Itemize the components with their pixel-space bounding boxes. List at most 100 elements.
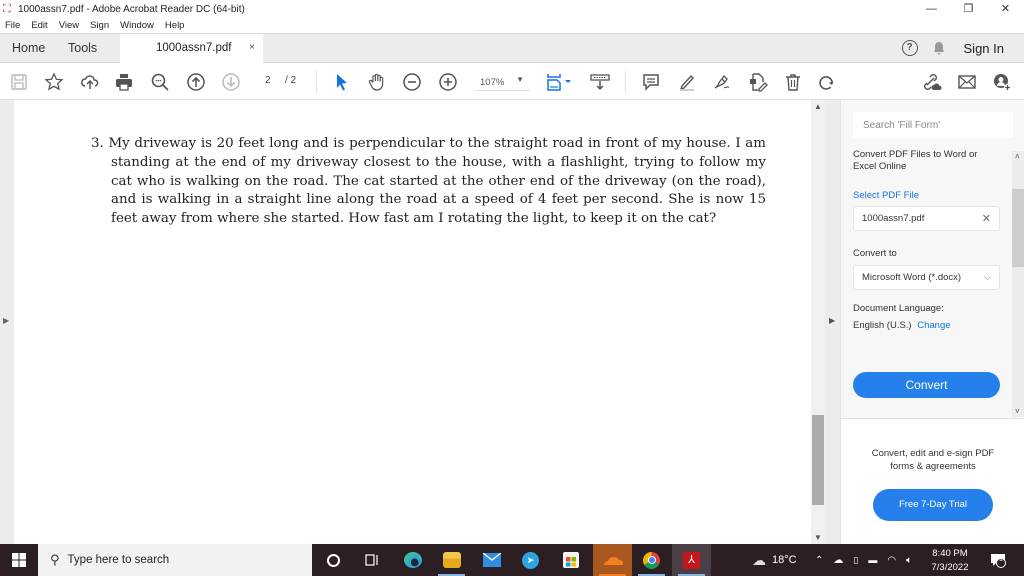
add-user-icon[interactable] bbox=[992, 72, 1012, 92]
print-icon[interactable] bbox=[114, 72, 134, 92]
document-language-value: English (U.S.) bbox=[853, 320, 912, 331]
volume-icon[interactable]: 🔈︎ bbox=[906, 555, 912, 566]
telegram-icon[interactable]: ➤ bbox=[511, 544, 550, 576]
hand-icon[interactable] bbox=[367, 72, 387, 92]
onedrive-icon[interactable]: ☁ bbox=[833, 555, 843, 566]
file-explorer-icon[interactable] bbox=[432, 544, 471, 576]
taskbar-search-placeholder: Type here to search bbox=[67, 554, 170, 566]
taskbar-search-box[interactable]: ⚲ Type here to search bbox=[38, 544, 312, 576]
chrome-icon[interactable] bbox=[632, 544, 671, 576]
scroll-mode-icon[interactable] bbox=[590, 72, 610, 92]
action-center-icon[interactable]: 1 bbox=[990, 552, 1006, 568]
tab-home[interactable]: Home bbox=[12, 34, 45, 62]
clock[interactable]: 8:40 PM 7/3/2022 bbox=[920, 547, 980, 575]
selected-file-field[interactable]: 1000assn7.pdf ✕ bbox=[853, 206, 1000, 231]
zoom-level-dropdown[interactable]: 107% ▼ bbox=[475, 75, 530, 91]
scroll-down-icon[interactable]: ˅ bbox=[1015, 407, 1020, 416]
restore-button[interactable]: ❐ bbox=[950, 0, 987, 18]
right-pane-toggle[interactable]: ▶ bbox=[825, 100, 840, 544]
microsoft-store-icon[interactable] bbox=[551, 544, 590, 576]
scroll-up-icon[interactable]: ▲ bbox=[814, 102, 822, 111]
close-button[interactable]: ✕ bbox=[987, 0, 1024, 18]
tab-tools[interactable]: Tools bbox=[68, 34, 97, 62]
problem-text: 3. My driveway is 20 feet long and is pe… bbox=[91, 136, 766, 227]
scrollbar-thumb[interactable] bbox=[1012, 189, 1024, 267]
delete-icon[interactable] bbox=[783, 72, 803, 92]
rotate-icon[interactable] bbox=[817, 72, 837, 92]
select-pdf-label: Select PDF File bbox=[853, 190, 919, 201]
show-hidden-icons-chevron-icon[interactable]: ⌃ bbox=[815, 555, 823, 566]
menu-view[interactable]: View bbox=[59, 20, 79, 31]
tab-document[interactable]: 1000assn7.pdf × bbox=[120, 34, 263, 63]
mail-icon[interactable] bbox=[472, 544, 511, 576]
start-button[interactable] bbox=[0, 544, 38, 576]
acrobat-reader-icon[interactable]: ⅄ bbox=[672, 544, 711, 576]
clear-file-icon[interactable]: ✕ bbox=[982, 212, 991, 225]
menu-edit[interactable]: Edit bbox=[31, 20, 47, 31]
bookmark-star-icon[interactable] bbox=[44, 72, 64, 92]
convert-format-dropdown[interactable]: Microsoft Word (*.docx) ⌵ bbox=[853, 265, 1000, 290]
convert-button[interactable]: Convert bbox=[853, 372, 1000, 398]
promo-text: Convert, edit and e-sign PDF forms & agr… bbox=[871, 448, 995, 472]
convert-format-value: Microsoft Word (*.docx) bbox=[862, 272, 962, 283]
expand-left-pane-icon[interactable]: ▶ bbox=[3, 316, 9, 325]
left-nav-pane-toggle[interactable]: ▶ bbox=[0, 100, 14, 544]
close-tab-icon[interactable]: × bbox=[249, 34, 255, 62]
email-icon[interactable] bbox=[957, 72, 977, 92]
meet-now-icon[interactable]: ▯ bbox=[853, 555, 858, 566]
tools-search-input[interactable]: Search 'Fill Form' bbox=[853, 112, 1013, 138]
task-view-icon[interactable] bbox=[352, 544, 391, 576]
menu-help[interactable]: Help bbox=[165, 20, 185, 31]
title-bar: ⛶ 1000assn7.pdf - Adobe Acrobat Reader D… bbox=[0, 0, 1024, 18]
weather-widget[interactable]: ☁ 18°C bbox=[752, 544, 797, 576]
menu-window[interactable]: Window bbox=[120, 20, 154, 31]
zoom-out-icon[interactable] bbox=[402, 72, 422, 92]
minimize-button[interactable]: — bbox=[913, 0, 950, 18]
windows-logo-icon bbox=[12, 553, 26, 567]
search-zoom-icon[interactable] bbox=[150, 72, 170, 92]
weather-cloud-icon: ☁ bbox=[752, 551, 766, 568]
upload-cloud-icon[interactable] bbox=[80, 72, 100, 92]
collapse-right-pane-icon[interactable]: ▶ bbox=[829, 316, 835, 325]
tools-pane: Search 'Fill Form' ˄ ˅ Convert PDF Files… bbox=[840, 100, 1024, 544]
help-icon[interactable]: ? bbox=[901, 40, 918, 56]
comment-icon[interactable] bbox=[641, 72, 661, 92]
toolbar: 2 / 2 107% ▼ bbox=[0, 63, 1024, 100]
menu-bar: File Edit View Sign Window Help bbox=[0, 18, 1024, 34]
wifi-icon[interactable]: ◠ bbox=[887, 555, 896, 566]
notification-bell-icon[interactable] bbox=[932, 41, 946, 55]
sign-in-button[interactable]: Sign In bbox=[964, 41, 1004, 56]
weather-temperature: 18°C bbox=[772, 554, 797, 566]
document-scrollbar[interactable]: ▲ ▼ bbox=[811, 100, 825, 544]
cloudflare-warp-icon[interactable] bbox=[593, 544, 632, 576]
scrollbar-thumb[interactable] bbox=[812, 415, 824, 505]
share-link-icon[interactable] bbox=[921, 72, 943, 92]
chevron-down-icon: ▼ bbox=[516, 75, 524, 84]
page-total: / 2 bbox=[285, 75, 297, 86]
page-down-icon[interactable] bbox=[221, 72, 241, 92]
tab-bar: Home Tools 1000assn7.pdf × ? Sign In bbox=[0, 34, 1024, 63]
acrobat-app-icon: ⛶ bbox=[3, 3, 11, 15]
page-up-icon[interactable] bbox=[186, 72, 206, 92]
edge-icon[interactable] bbox=[393, 544, 432, 576]
menu-file[interactable]: File bbox=[5, 20, 20, 31]
change-language-link[interactable]: Change bbox=[917, 320, 950, 331]
edit-pdf-icon[interactable] bbox=[748, 72, 768, 92]
convert-to-label: Convert to bbox=[853, 248, 897, 259]
scroll-down-icon[interactable]: ▼ bbox=[814, 533, 822, 542]
select-pointer-icon[interactable] bbox=[332, 72, 352, 92]
save-icon[interactable] bbox=[9, 72, 29, 92]
battery-icon[interactable]: ▬ bbox=[868, 555, 877, 565]
page-number-input[interactable]: 2 bbox=[265, 75, 271, 86]
cortana-icon[interactable] bbox=[314, 544, 353, 576]
clock-date: 7/3/2022 bbox=[931, 562, 969, 573]
sign-icon[interactable] bbox=[712, 72, 732, 92]
highlight-icon[interactable] bbox=[677, 72, 697, 92]
scroll-up-icon[interactable]: ˄ bbox=[1015, 152, 1020, 161]
menu-sign[interactable]: Sign bbox=[90, 20, 109, 31]
zoom-in-icon[interactable] bbox=[438, 72, 458, 92]
free-trial-button[interactable]: Free 7-Day Trial bbox=[873, 489, 993, 521]
tools-pane-scrollbar[interactable]: ˄ ˅ bbox=[1012, 151, 1024, 417]
fit-page-icon[interactable] bbox=[546, 72, 574, 92]
document-language-label: Document Language: bbox=[853, 303, 944, 314]
